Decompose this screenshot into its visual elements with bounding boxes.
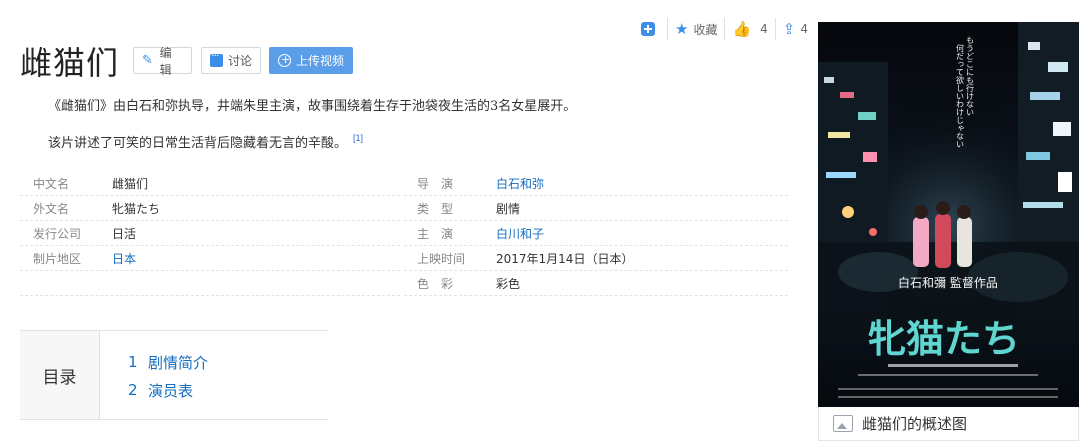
info-key: 上映时间 bbox=[417, 251, 466, 266]
poster-caption-text: 雌猫们的概述图 bbox=[862, 415, 968, 433]
basic-info-left: 中文名 雌猫们 外文名 牝猫たち 发行公司 日活 制片地区 日本 bbox=[20, 171, 400, 296]
toc-item[interactable]: 1 剧情简介 bbox=[128, 348, 328, 376]
like-button[interactable]: 👍 4 bbox=[724, 18, 774, 40]
info-value: 2017年1月14日（日本） bbox=[496, 251, 634, 266]
poster-title-text: 牝猫たち bbox=[868, 316, 1020, 361]
info-row: 发行公司 日活 bbox=[20, 221, 400, 246]
info-row: 中文名 雌猫们 bbox=[20, 171, 400, 196]
info-value-link[interactable]: 白石和弥 bbox=[496, 175, 544, 192]
discuss-label: 讨论 bbox=[228, 54, 253, 68]
image-icon bbox=[833, 415, 853, 432]
info-row: 上映时间 2017年1月14日（日本） bbox=[404, 246, 788, 271]
reference-link[interactable]: [1] bbox=[353, 133, 363, 143]
toc-item-label: 演员表 bbox=[148, 381, 194, 400]
info-key: 中文名 bbox=[33, 176, 70, 191]
collect-button[interactable]: ★ 收藏 bbox=[667, 18, 724, 40]
add-button[interactable] bbox=[634, 18, 667, 40]
svg-text:何だって欲しいわけじゃない: 何だって欲しいわけじゃない bbox=[956, 43, 965, 148]
poster-director-text: 白石和彌 監督作品 bbox=[898, 275, 998, 290]
basic-info-right: 导 演 白石和弥 类 型 剧情 主 演 白川和子 上映时间 2017年1月14日… bbox=[404, 171, 788, 296]
info-key: 色 彩 bbox=[417, 276, 454, 291]
share-icon: ⇪ bbox=[782, 20, 796, 38]
entry-actions: ★ 收藏 👍 4 ⇪ 4 bbox=[634, 18, 815, 40]
info-row: 类 型 剧情 bbox=[404, 196, 788, 221]
share-count: 4 bbox=[800, 22, 809, 36]
info-value: 日活 bbox=[112, 226, 137, 241]
info-key: 外文名 bbox=[33, 201, 70, 216]
info-row: 导 演 白石和弥 bbox=[404, 171, 788, 196]
info-value: 剧情 bbox=[496, 201, 521, 216]
edit-button[interactable]: ✎ 编辑 bbox=[133, 46, 192, 77]
summary-paragraph-1: 《雌猫们》由白石和弥执导，井端朱里主演，故事围绕着生存于池袋夜生活的3名女星展开… bbox=[48, 99, 577, 114]
pencil-icon: ✎ bbox=[142, 53, 153, 68]
toc-item-label: 剧情简介 bbox=[148, 353, 209, 372]
info-key: 导 演 bbox=[417, 176, 454, 191]
toc-item-number: 2 bbox=[128, 381, 138, 399]
info-value: 彩色 bbox=[496, 276, 521, 291]
info-row: 色 彩 彩色 bbox=[404, 271, 788, 296]
info-row: 外文名 牝猫たち bbox=[20, 196, 400, 221]
toc-list: 1 剧情简介 2 演员表 bbox=[100, 331, 328, 419]
add-circle-icon bbox=[278, 53, 291, 67]
poster-caption[interactable]: 雌猫们的概述图 bbox=[818, 407, 1079, 441]
plus-icon bbox=[641, 22, 655, 36]
info-value-link[interactable]: 日本 bbox=[112, 250, 136, 267]
thumb-up-icon: 👍 bbox=[732, 20, 752, 38]
info-key: 发行公司 bbox=[33, 226, 82, 241]
upload-label: 上传视频 bbox=[296, 54, 345, 68]
info-row-empty bbox=[20, 271, 400, 296]
svg-text:もうどこにも行けない: もうどこにも行けない bbox=[966, 36, 975, 116]
share-button[interactable]: ⇪ 4 bbox=[774, 18, 815, 40]
discuss-button[interactable]: 讨论 bbox=[201, 47, 261, 74]
info-row: 制片地区 日本 bbox=[20, 246, 400, 271]
summary-paragraph-2: 该片讲述了可笑的日常生活背后隐藏着无言的辛酸。 [1] bbox=[48, 132, 363, 151]
info-row: 主 演 白川和子 bbox=[404, 221, 788, 246]
info-key: 制片地区 bbox=[33, 251, 82, 266]
toc-item-number: 1 bbox=[128, 353, 138, 371]
info-value: 雌猫们 bbox=[112, 176, 149, 191]
info-value: 牝猫たち bbox=[112, 201, 161, 216]
summary-paragraph-2-text: 该片讲述了可笑的日常生活背后隐藏着无言的辛酸。 bbox=[48, 136, 348, 151]
info-key: 类 型 bbox=[417, 201, 454, 216]
star-icon: ★ bbox=[675, 20, 689, 38]
like-count: 4 bbox=[760, 22, 768, 36]
poster-artwork: もうどこにも行けない 何だって欲しいわけじゃない 白石和彌 監督作品 牝猫たち bbox=[818, 22, 1079, 407]
toc-item[interactable]: 2 演员表 bbox=[128, 376, 328, 404]
chat-icon bbox=[210, 49, 223, 67]
info-key: 主 演 bbox=[417, 226, 454, 241]
page-title: 雌猫们 bbox=[20, 44, 120, 82]
info-value-link[interactable]: 白川和子 bbox=[496, 225, 544, 242]
toc-title: 目录 bbox=[20, 331, 100, 419]
collect-label: 收藏 bbox=[693, 22, 718, 37]
table-of-contents: 目录 1 剧情简介 2 演员表 bbox=[20, 330, 328, 420]
edit-label: 编辑 bbox=[159, 45, 172, 77]
upload-video-button[interactable]: 上传视频 bbox=[269, 47, 353, 74]
poster-image[interactable]: もうどこにも行けない 何だって欲しいわけじゃない 白石和彌 監督作品 牝猫たち bbox=[818, 22, 1079, 407]
